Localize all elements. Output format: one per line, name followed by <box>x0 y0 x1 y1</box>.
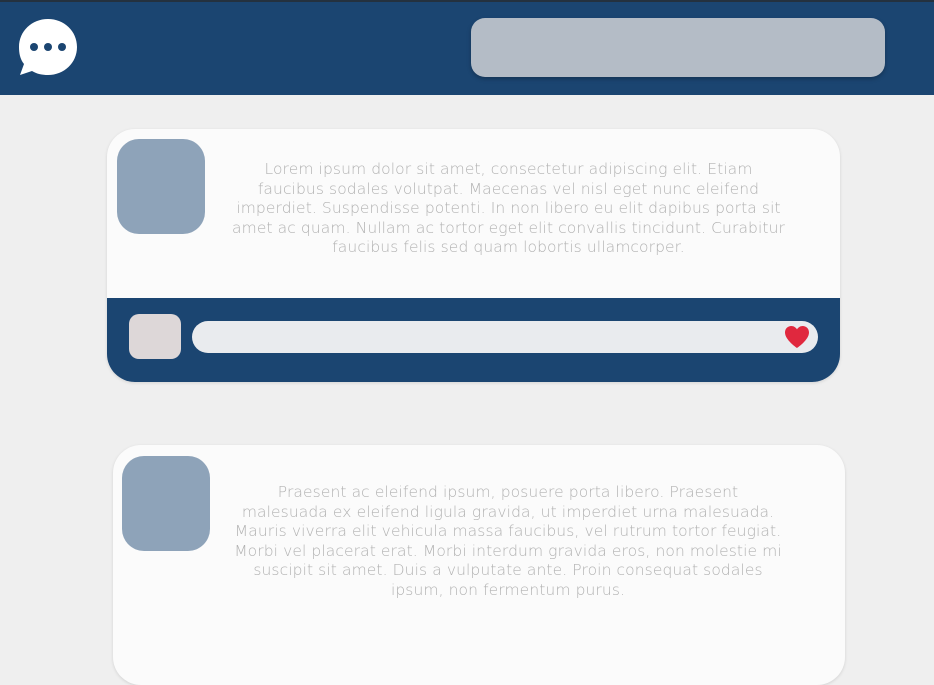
comment-input[interactable] <box>192 321 818 353</box>
chat-bubble-icon[interactable] <box>17 17 79 79</box>
post-card: Praesent ac eleifend ipsum, posuere port… <box>113 445 845 685</box>
post-text: Lorem ipsum dolor sit amet, consectetur … <box>232 160 785 257</box>
post-text: Praesent ac eleifend ipsum, posuere port… <box>234 483 782 599</box>
heart-icon[interactable] <box>784 325 810 349</box>
avatar <box>117 139 205 234</box>
avatar <box>122 456 210 551</box>
commenter-avatar <box>129 314 181 359</box>
search-input[interactable] <box>471 18 885 77</box>
post-card: Lorem ipsum dolor sit amet, consectetur … <box>107 129 840 382</box>
comment-bar <box>107 298 840 382</box>
top-bar <box>0 0 934 95</box>
